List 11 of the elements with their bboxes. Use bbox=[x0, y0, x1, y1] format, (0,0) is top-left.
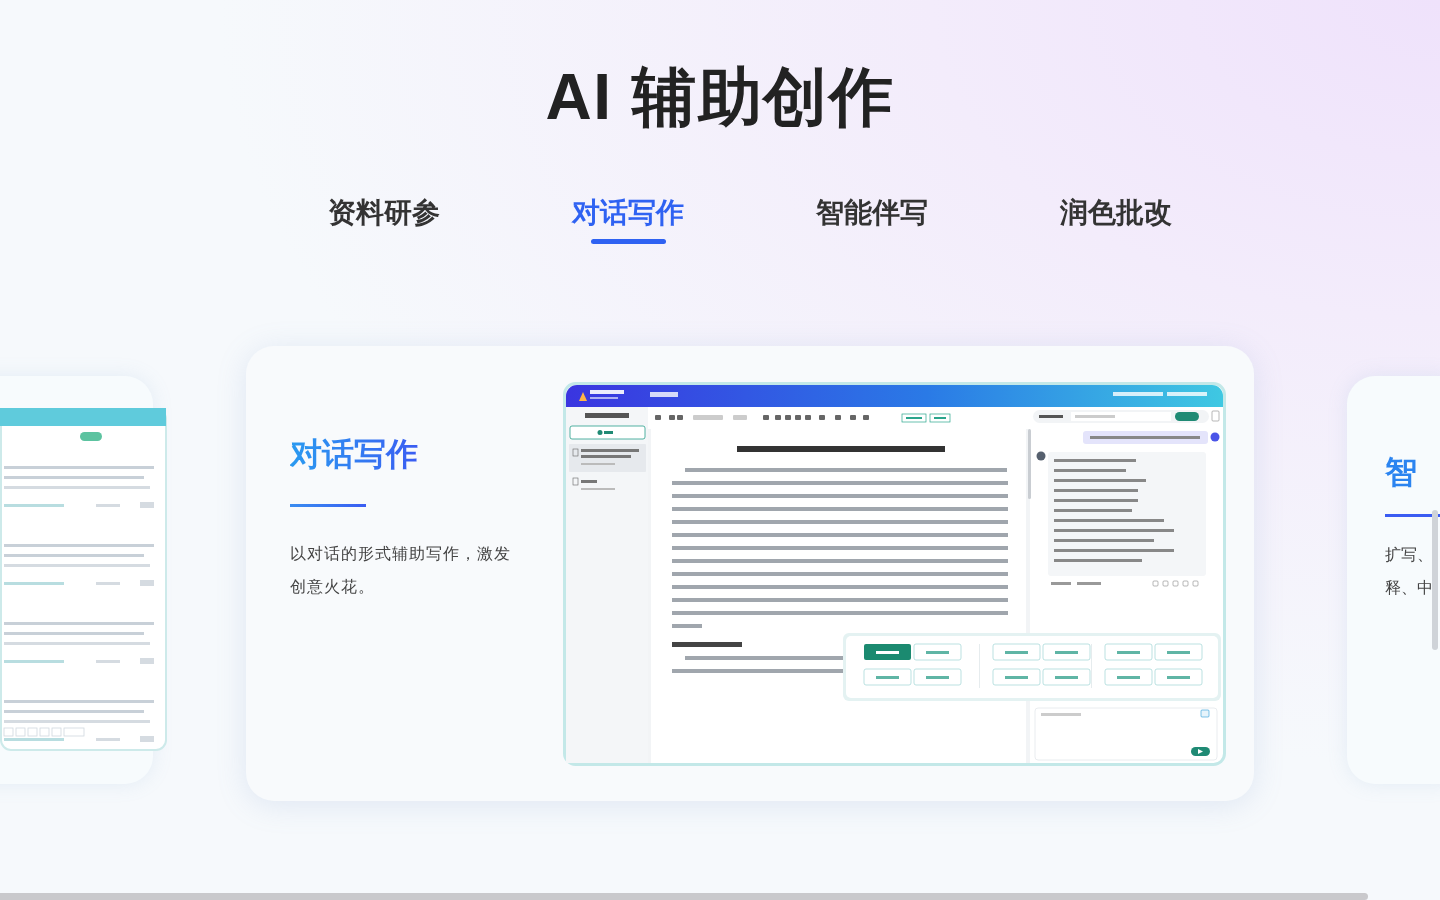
page-heading: AI 辅助创作 bbox=[544, 60, 896, 134]
card-title: 智 bbox=[1385, 454, 1417, 490]
description-text: 释、中 bbox=[1385, 578, 1433, 598]
tab[interactable]: 润色批改 bbox=[1060, 196, 1172, 230]
tab[interactable]: 对话写作 bbox=[572, 196, 684, 230]
tab[interactable]: 智能伴写 bbox=[816, 196, 928, 230]
feature-description: 以对话的形式辅助写作，激发创意火花。 bbox=[290, 544, 512, 597]
scrollbar[interactable] bbox=[0, 893, 1368, 900]
scrollbar[interactable] bbox=[1432, 510, 1438, 650]
description-text: 扩写、 bbox=[1385, 545, 1433, 565]
tab[interactable]: 资料研参 bbox=[328, 196, 440, 230]
